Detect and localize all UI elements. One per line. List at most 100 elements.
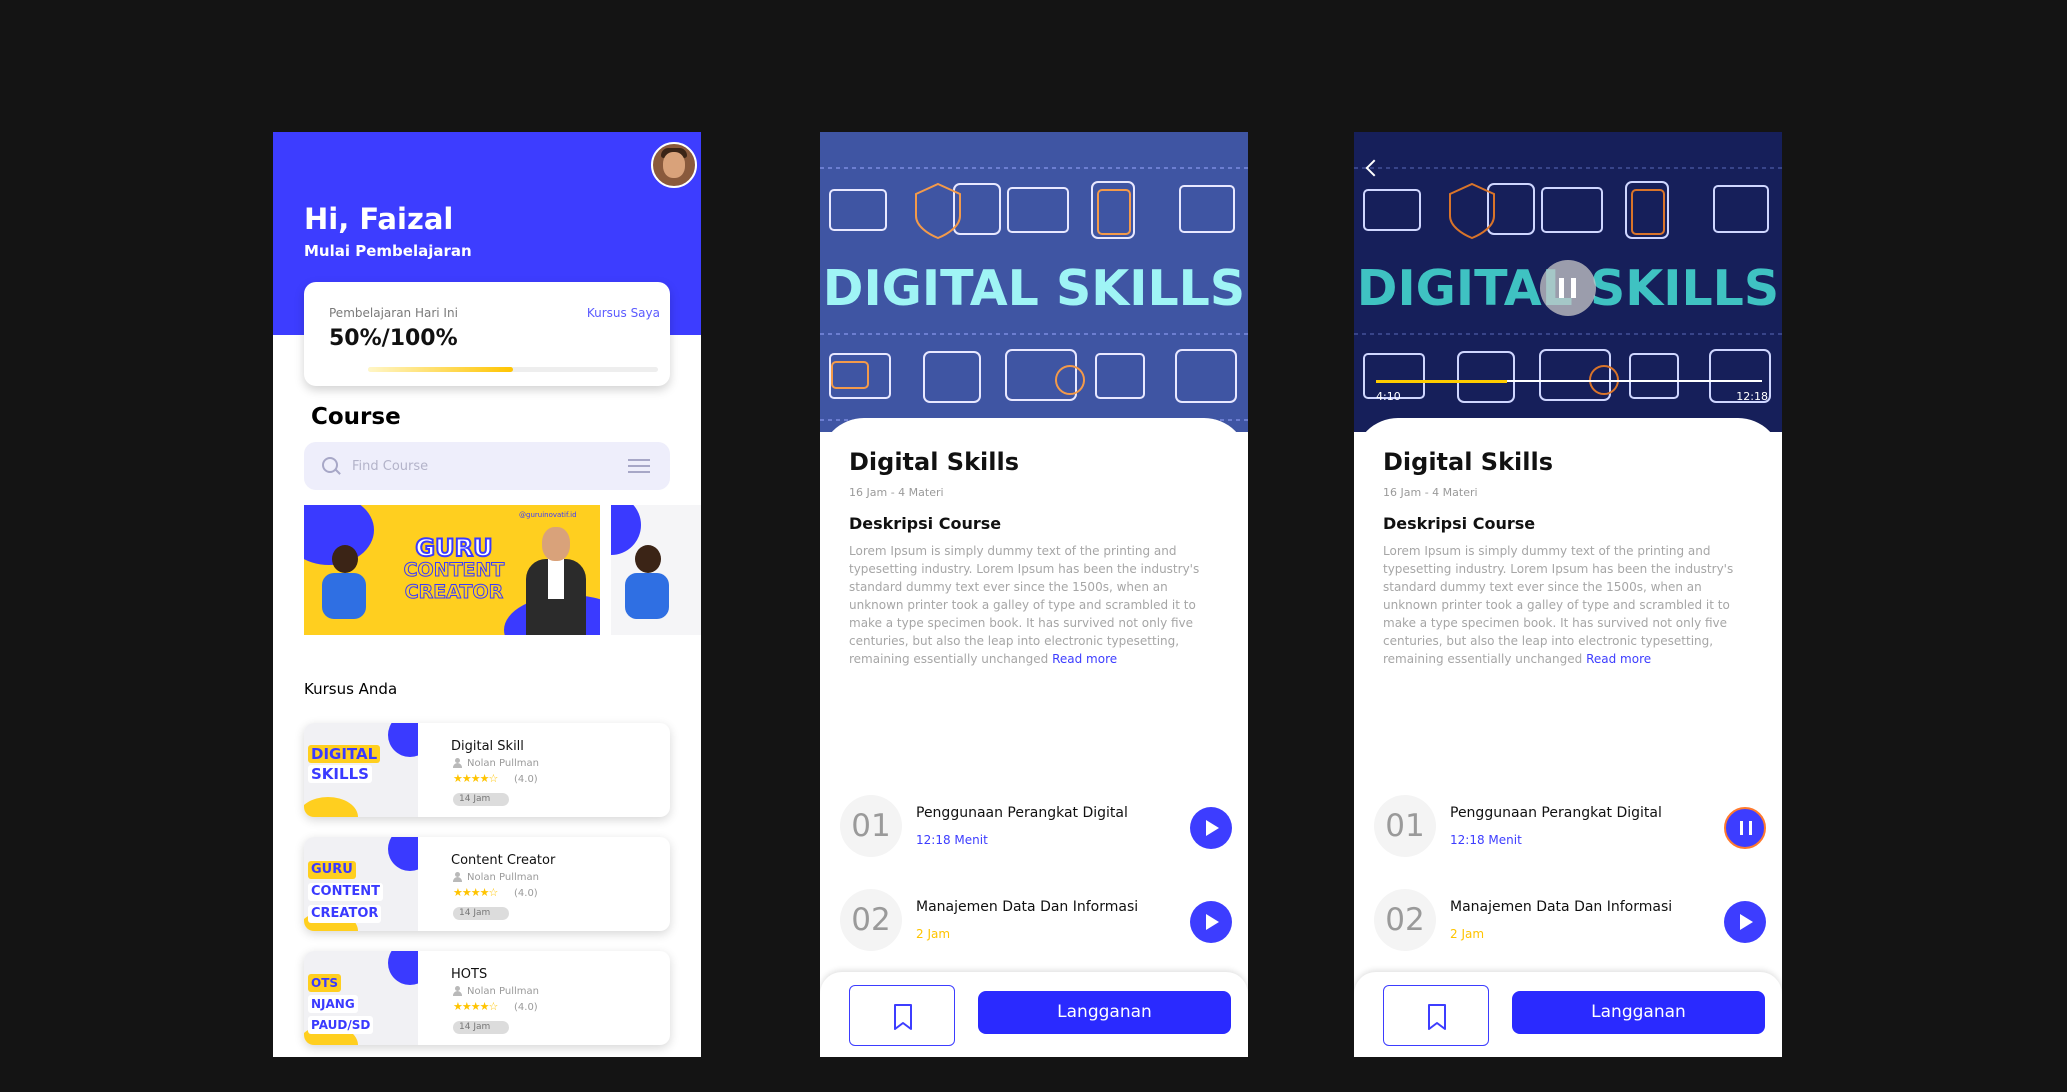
thumb-text: SKILLS xyxy=(308,765,372,783)
course-meta: 16 Jam - 4 Materi xyxy=(849,486,944,499)
bookmark-button[interactable] xyxy=(1383,985,1489,1046)
course-card[interactable]: OTS NJANG PAUD/SD HOTS Nolan Pullman ★★★★☆… xyxy=(304,951,670,1045)
lesson-item[interactable]: 02 Manajemen Data Dan Informasi 2 Jam xyxy=(840,889,1236,953)
lesson-title: Manajemen Data Dan Informasi xyxy=(1450,899,1673,915)
lesson-duration: 2 Jam xyxy=(1450,927,1485,941)
detail-playing-screen: DIGITAL SKILLS 4:10 12:18 Digital Skills… xyxy=(1354,132,1782,1057)
description-heading: Deskripsi Course xyxy=(849,514,1002,533)
lesson-title: Penggunaan Perangkat Digital xyxy=(1450,805,1662,821)
course-thumbnail: GURU CONTENT CREATOR xyxy=(304,837,418,931)
duration-badge: 14 Jam xyxy=(453,907,509,920)
thumb-text: CONTENT xyxy=(308,883,383,901)
read-more-link[interactable]: Read more xyxy=(1052,652,1117,666)
video-seek-bar[interactable] xyxy=(1376,380,1762,383)
thumb-text: DIGITAL xyxy=(308,745,381,763)
course-card-title: HOTS xyxy=(451,967,488,982)
course-author: Nolan Pullman xyxy=(467,872,539,883)
bookmark-icon xyxy=(1428,1004,1446,1030)
elapsed-time: 4:10 xyxy=(1376,390,1401,403)
hero-title: DIGITAL SKILLS xyxy=(822,260,1246,317)
course-card-title: Content Creator xyxy=(451,853,556,868)
course-card[interactable]: DIGITAL SKILLS Digital Skill Nolan Pullma… xyxy=(304,723,670,817)
star-rating: ★★★★☆ xyxy=(453,1000,498,1013)
home-screen: Hi, Faizal Mulai Pembelajaran Pembelajar… xyxy=(273,132,701,1057)
subscribe-button[interactable]: Langganan xyxy=(978,991,1231,1034)
rating-value: (4.0) xyxy=(514,1002,538,1013)
thumb-text: CREATOR xyxy=(308,905,382,923)
total-time: 12:18 xyxy=(1736,390,1768,403)
pause-button[interactable] xyxy=(1724,807,1766,849)
person-icon xyxy=(453,986,462,996)
course-card-title: Digital Skill xyxy=(451,739,524,754)
kid-illustration xyxy=(316,545,372,625)
lesson-number: 01 xyxy=(1374,795,1436,857)
description-heading: Deskripsi Course xyxy=(1383,514,1536,533)
course-description: Lorem Ipsum is simply dummy text of the … xyxy=(1383,544,1734,666)
star-rating: ★★★★☆ xyxy=(453,772,498,785)
subscribe-button[interactable]: Langganan xyxy=(1512,991,1765,1034)
instructor-illustration xyxy=(520,517,590,635)
play-button[interactable] xyxy=(1724,901,1766,943)
filter-icon[interactable] xyxy=(628,457,650,475)
person-icon xyxy=(453,872,462,882)
video-seek-fill xyxy=(1376,380,1508,383)
greeting: Hi, Faizal xyxy=(304,202,454,236)
banner-title: GURU CONTENT CREATOR xyxy=(403,534,505,604)
thumb-text: NJANG xyxy=(308,995,358,1013)
lesson-item[interactable]: 01 Penggunaan Perangkat Digital 12:18 Me… xyxy=(840,795,1236,859)
course-title: Digital Skills xyxy=(849,448,1020,476)
play-icon xyxy=(1206,820,1219,836)
my-courses-link[interactable]: Kursus Saya xyxy=(587,306,660,320)
thumb-text: PAUD/SD xyxy=(308,1016,374,1034)
play-button[interactable] xyxy=(1190,807,1232,849)
lesson-duration: 12:18 Menit xyxy=(1450,833,1522,847)
rating-value: (4.0) xyxy=(514,888,538,899)
person-icon xyxy=(453,758,462,768)
lesson-number: 01 xyxy=(840,795,902,857)
play-icon xyxy=(1206,914,1219,930)
footer-bar: Langganan xyxy=(820,972,1248,1057)
course-title: Digital Skills xyxy=(1383,448,1554,476)
play-icon xyxy=(1740,914,1753,930)
lesson-item[interactable]: 02 Manajemen Data Dan Informasi 2 Jam xyxy=(1374,889,1770,953)
progress-card: Pembelajaran Hari Ini Kursus Saya 50%/10… xyxy=(304,282,670,386)
bookmark-icon xyxy=(894,1004,912,1030)
course-banner-next[interactable] xyxy=(611,505,701,635)
course-meta: 16 Jam - 4 Materi xyxy=(1383,486,1478,499)
star-rating: ★★★★☆ xyxy=(453,886,498,899)
search-placeholder: Find Course xyxy=(352,459,429,474)
section-title: Kursus Anda xyxy=(304,680,398,698)
course-author: Nolan Pullman xyxy=(467,758,539,769)
lesson-item[interactable]: 01 Penggunaan Perangkat Digital 12:18 Me… xyxy=(1374,795,1770,859)
pause-icon[interactable] xyxy=(1540,260,1596,316)
play-button[interactable] xyxy=(1190,901,1232,943)
read-more-link[interactable]: Read more xyxy=(1586,652,1651,666)
progress-value: 50%/100% xyxy=(329,326,458,351)
course-heading: Course xyxy=(311,404,401,430)
thumb-text: GURU xyxy=(308,861,356,879)
lesson-number: 02 xyxy=(840,889,902,951)
progress-bar xyxy=(368,367,658,372)
lesson-title: Penggunaan Perangkat Digital xyxy=(916,805,1128,821)
video-player[interactable]: DIGITAL SKILLS 4:10 12:18 xyxy=(1354,132,1782,432)
duration-badge: 14 Jam xyxy=(453,1021,509,1034)
course-card[interactable]: GURU CONTENT CREATOR Content Creator Nolan… xyxy=(304,837,670,931)
rating-value: (4.0) xyxy=(514,774,538,785)
course-banner[interactable]: @guruinovatif.id GURU CONTENT CREATOR xyxy=(304,505,600,635)
avatar[interactable] xyxy=(651,142,697,188)
course-thumbnail: OTS NJANG PAUD/SD xyxy=(304,951,418,1045)
lesson-title: Manajemen Data Dan Informasi xyxy=(916,899,1139,915)
greeting-subtitle: Mulai Pembelajaran xyxy=(304,242,472,260)
course-description: Lorem Ipsum is simply dummy text of the … xyxy=(849,544,1200,666)
search-input[interactable]: Find Course xyxy=(304,442,670,490)
lesson-number: 02 xyxy=(1374,889,1436,951)
progress-bar-fill xyxy=(368,367,513,372)
progress-label: Pembelajaran Hari Ini xyxy=(329,306,458,320)
thumb-text: OTS xyxy=(308,974,342,992)
search-icon xyxy=(322,457,338,473)
detail-screen: DIGITAL SKILLS Digital Skills 16 Jam - 4… xyxy=(820,132,1248,1057)
footer-bar: Langganan xyxy=(1354,972,1782,1057)
bookmark-button[interactable] xyxy=(849,985,955,1046)
lesson-duration: 12:18 Menit xyxy=(916,833,988,847)
course-author: Nolan Pullman xyxy=(467,986,539,997)
